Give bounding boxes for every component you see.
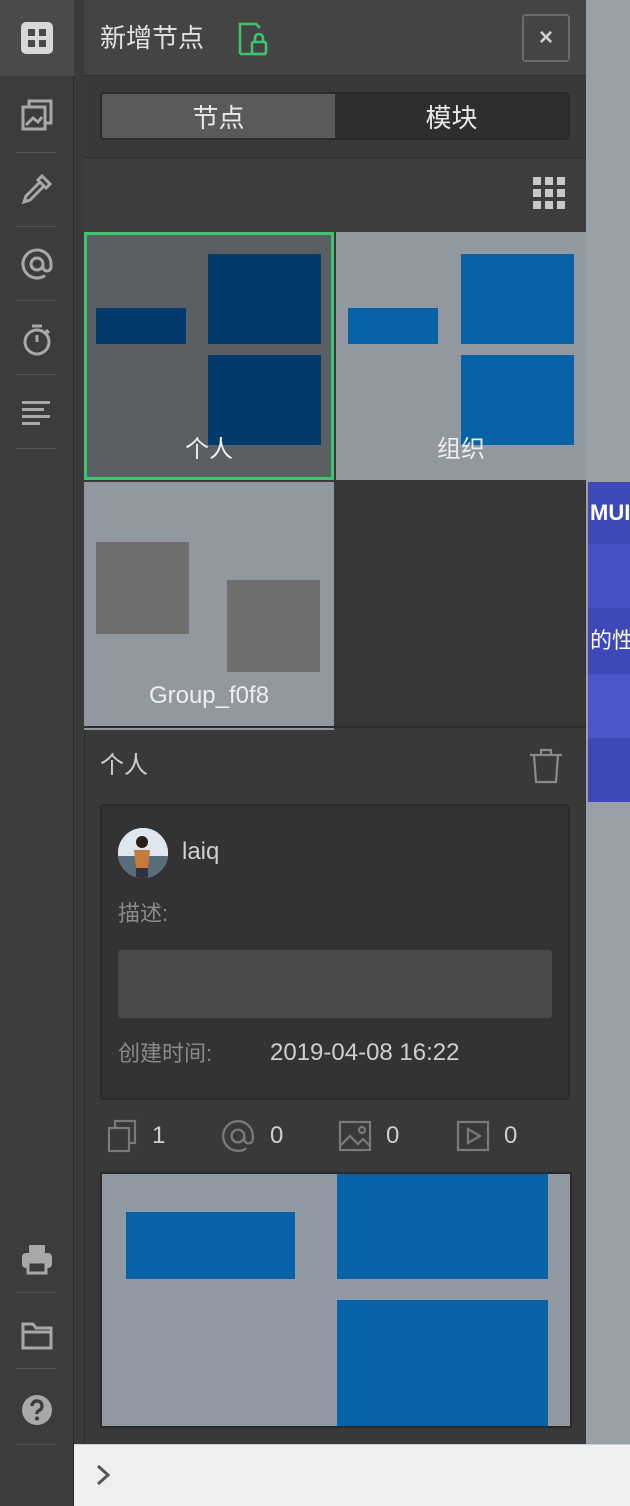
tile-shape — [96, 308, 186, 344]
template-label: Group_f0f8 — [148, 682, 270, 709]
toolbar-divider — [16, 1444, 56, 1445]
lock-icon[interactable] — [236, 20, 270, 63]
toolbar-divider — [16, 374, 56, 375]
panel-title: 新增节点 — [100, 23, 205, 53]
toolbar-divider — [16, 1292, 56, 1293]
author-name: laiq — [182, 838, 220, 865]
avatar — [118, 828, 168, 878]
template-tile-organization[interactable]: 组织 — [336, 232, 586, 480]
tab-nodes[interactable]: 节点 — [102, 94, 335, 138]
image-icon — [338, 1120, 372, 1152]
tile-shape — [208, 254, 321, 344]
preview-shape — [337, 1174, 548, 1279]
at-icon[interactable] — [0, 229, 74, 299]
folder-icon[interactable] — [0, 1300, 74, 1370]
eyedropper-icon[interactable] — [0, 154, 74, 224]
preview-shape — [126, 1212, 295, 1279]
stat-pages: 1 — [106, 1116, 165, 1156]
stat-count: 1 — [152, 1122, 166, 1149]
description-field[interactable] — [118, 950, 552, 1018]
stat-count: 0 — [504, 1122, 518, 1149]
tab-modules[interactable]: 模块 — [335, 94, 568, 138]
canvas-banner: MUI — [588, 482, 630, 544]
tab-switcher: 节点 模块 — [100, 92, 570, 140]
template-tile-personal[interactable]: 个人 — [84, 232, 334, 480]
preview-shape — [337, 1300, 548, 1426]
canvas-row: 的性 — [588, 608, 630, 674]
toolbar-divider — [16, 300, 56, 301]
stat-count: 0 — [270, 1122, 284, 1149]
play-icon — [456, 1120, 490, 1152]
description-label: 描述: — [118, 901, 169, 926]
template-toolbar — [84, 158, 586, 232]
tile-shape — [96, 542, 189, 634]
tile-shape — [348, 308, 438, 344]
close-icon: × — [538, 24, 553, 51]
print-icon[interactable] — [0, 1224, 74, 1294]
toolbar-divider — [16, 448, 56, 449]
tile-shape — [227, 580, 320, 672]
bottom-bar — [74, 1444, 630, 1506]
canvas-row — [588, 544, 630, 608]
canvas-row — [588, 674, 630, 738]
template-label: 组织 — [437, 436, 485, 463]
grid-view-icon[interactable] — [532, 176, 566, 215]
template-preview — [100, 1172, 572, 1428]
canvas-text: MUI — [590, 500, 630, 525]
canvas-row — [588, 738, 630, 802]
align-left-icon[interactable] — [0, 378, 74, 448]
close-button[interactable]: × — [522, 14, 570, 62]
left-toolbar — [0, 0, 74, 1506]
at-icon — [222, 1120, 254, 1152]
toolbar-divider — [16, 226, 56, 227]
copy-icon — [107, 1119, 137, 1153]
chevron-right-icon[interactable] — [92, 1462, 114, 1493]
stat-count: 0 — [386, 1122, 400, 1149]
stat-mentions: 0 — [220, 1116, 283, 1156]
template-label: 个人 — [185, 436, 233, 463]
layout-icon[interactable] — [0, 3, 74, 73]
toolbar-divider — [16, 152, 56, 153]
template-tile-group[interactable]: Group_f0f8 — [84, 482, 334, 730]
section-divider — [84, 726, 586, 728]
timer-icon[interactable] — [0, 305, 74, 375]
gallery-icon[interactable] — [0, 80, 74, 150]
created-time-label: 创建时间: — [118, 1041, 213, 1066]
tile-shape — [461, 254, 574, 344]
help-icon[interactable] — [0, 1375, 74, 1445]
trash-icon[interactable] — [528, 748, 564, 789]
empty-tile-slot — [334, 480, 586, 726]
stat-images: 0 — [338, 1116, 399, 1156]
stat-media: 0 — [456, 1116, 517, 1156]
selected-template-title: 个人 — [100, 752, 148, 779]
created-time-value: 2019-04-08 16:22 — [270, 1039, 460, 1066]
toolbar-divider — [16, 1368, 56, 1369]
canvas-text: 的性 — [590, 628, 630, 653]
